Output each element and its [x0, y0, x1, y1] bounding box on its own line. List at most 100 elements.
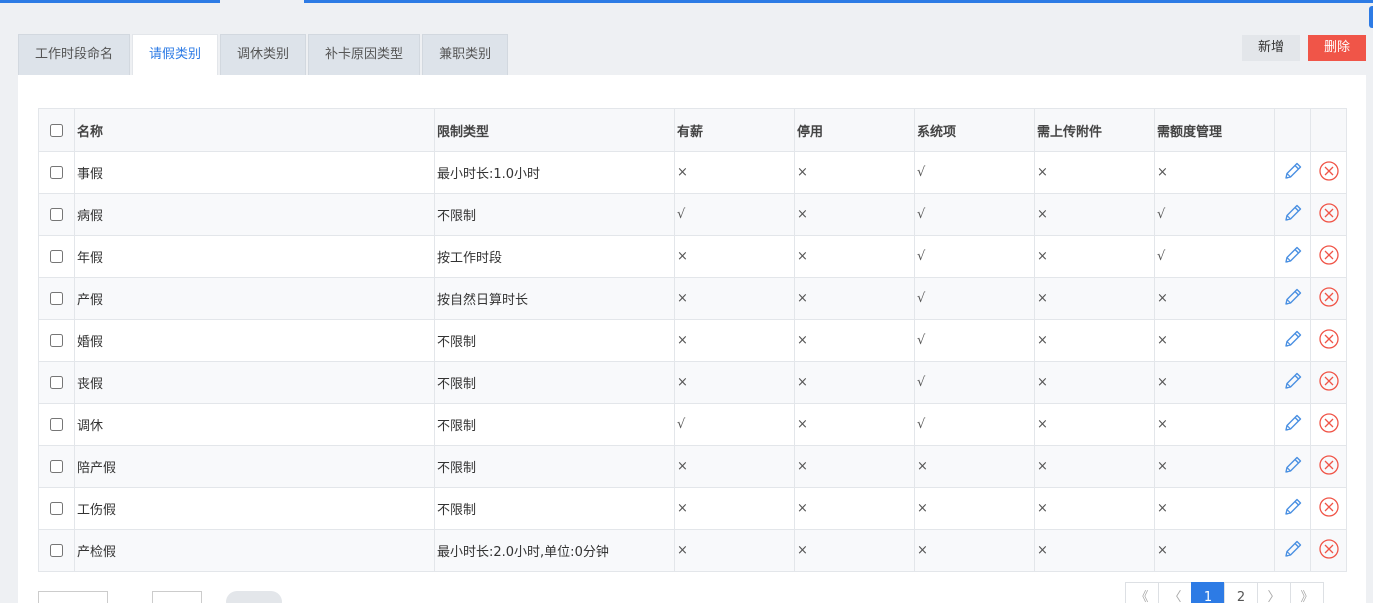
header-paid[interactable]: 有薪	[674, 108, 795, 152]
next-page-button[interactable]: 〉	[1257, 582, 1291, 603]
delete-button[interactable]: 删除	[1307, 35, 1366, 61]
pencil-icon[interactable]	[1282, 456, 1304, 480]
circle-x-icon[interactable]	[1318, 496, 1340, 522]
table-row[interactable]: 产检假 最小时长:2.0小时,单位:0分钟 × × × × ×	[38, 529, 1347, 572]
circle-x-icon[interactable]	[1318, 160, 1340, 186]
row-checkbox[interactable]	[50, 334, 63, 347]
table-row[interactable]: 产假 按自然日算时长 × × √ × ×	[38, 277, 1347, 320]
tab-compensatory-type[interactable]: 调休类别	[220, 34, 307, 75]
table-row[interactable]: 工伤假 不限制 × × × × ×	[38, 487, 1347, 530]
cell-name: 病假	[74, 193, 435, 236]
header-name[interactable]: 名称	[74, 108, 435, 152]
cell-quota: ×	[1154, 403, 1275, 446]
cell-attachment: ×	[1034, 445, 1155, 488]
delete-cell	[1310, 235, 1347, 278]
table-row[interactable]: 病假 不限制 √ × √ × √	[38, 193, 1347, 236]
pencil-icon[interactable]	[1282, 204, 1304, 228]
page-button-1[interactable]: 1	[1191, 582, 1225, 603]
cell-disabled: ×	[794, 235, 915, 278]
cell-attachment: ×	[1034, 277, 1155, 320]
table-row[interactable]: 婚假 不限制 × × √ × ×	[38, 319, 1347, 362]
pencil-icon[interactable]	[1282, 246, 1304, 270]
header-delete-col	[1310, 108, 1347, 152]
tab-punch-reason-type[interactable]: 补卡原因类型	[308, 34, 421, 75]
header-system[interactable]: 系统项	[914, 108, 1035, 152]
cell-system: √	[914, 235, 1035, 278]
circle-x-icon[interactable]	[1318, 412, 1340, 438]
first-page-button[interactable]: 《	[1125, 582, 1159, 603]
table-row[interactable]: 丧假 不限制 × × √ × ×	[38, 361, 1347, 404]
circle-x-icon[interactable]	[1318, 202, 1340, 228]
cell-paid: ×	[674, 235, 795, 278]
pencil-icon[interactable]	[1282, 414, 1304, 438]
row-select-cell	[38, 235, 75, 278]
last-page-button[interactable]: 》	[1290, 582, 1324, 603]
cell-limit-type: 不限制	[434, 361, 675, 404]
circle-x-icon[interactable]	[1318, 244, 1340, 270]
cell-system: √	[914, 361, 1035, 404]
add-button[interactable]: 新增	[1241, 35, 1300, 61]
cell-limit-type: 最小时长:1.0小时	[434, 151, 675, 194]
row-checkbox[interactable]	[50, 544, 63, 557]
circle-x-icon[interactable]	[1318, 454, 1340, 480]
cell-name: 产假	[74, 277, 435, 320]
row-checkbox[interactable]	[50, 292, 63, 305]
row-checkbox[interactable]	[50, 376, 63, 389]
row-select-cell	[38, 361, 75, 404]
cell-system: √	[914, 403, 1035, 446]
page-button-2[interactable]: 2	[1224, 582, 1258, 603]
row-select-cell	[38, 529, 75, 572]
select-all-checkbox[interactable]	[50, 123, 63, 137]
delete-cell	[1310, 529, 1347, 572]
header-disabled[interactable]: 停用	[794, 108, 915, 152]
row-checkbox[interactable]	[50, 502, 63, 515]
header-attachment[interactable]: 需上传附件	[1034, 108, 1155, 152]
edge-handle[interactable]	[1369, 6, 1373, 28]
tab-part-time-type[interactable]: 兼职类别	[422, 34, 509, 75]
select-all-cell	[38, 108, 75, 152]
cell-disabled: ×	[794, 445, 915, 488]
jump-go-button[interactable]	[226, 591, 283, 603]
table-row[interactable]: 年假 按工作时段 × × √ × √	[38, 235, 1347, 278]
cell-paid: ×	[674, 445, 795, 488]
circle-x-icon[interactable]	[1318, 370, 1340, 396]
cell-limit-type: 不限制	[434, 193, 675, 236]
page-size-select[interactable]	[38, 591, 108, 603]
tab-leave-type[interactable]: 请假类别	[132, 34, 219, 75]
pencil-icon[interactable]	[1282, 288, 1304, 312]
row-checkbox[interactable]	[50, 208, 63, 221]
jump-page-input[interactable]	[152, 591, 203, 603]
row-select-cell	[38, 445, 75, 488]
cell-paid: ×	[674, 319, 795, 362]
table-row[interactable]: 调休 不限制 √ × √ × ×	[38, 403, 1347, 446]
row-checkbox[interactable]	[50, 250, 63, 263]
row-checkbox[interactable]	[50, 460, 63, 473]
pencil-icon[interactable]	[1282, 162, 1304, 186]
header-quota[interactable]: 需额度管理	[1154, 108, 1275, 152]
content-panel: 名称 限制类型 有薪 停用 系统项 需上传附件 需额度管理 事假 最小时长:1.…	[18, 75, 1366, 603]
header-limit-type[interactable]: 限制类型	[434, 108, 675, 152]
circle-x-icon[interactable]	[1318, 328, 1340, 354]
pencil-icon[interactable]	[1282, 330, 1304, 354]
edit-cell	[1274, 235, 1311, 278]
cell-disabled: ×	[794, 487, 915, 530]
row-checkbox[interactable]	[50, 166, 63, 179]
circle-x-icon[interactable]	[1318, 538, 1340, 564]
row-checkbox[interactable]	[50, 418, 63, 431]
tab-work-period-naming[interactable]: 工作时段命名	[18, 34, 131, 75]
circle-x-icon[interactable]	[1318, 286, 1340, 312]
delete-cell	[1310, 403, 1347, 446]
edit-cell	[1274, 361, 1311, 404]
pencil-icon[interactable]	[1282, 372, 1304, 396]
pencil-icon[interactable]	[1282, 498, 1304, 522]
row-select-cell	[38, 487, 75, 530]
cell-paid: ×	[674, 361, 795, 404]
cell-quota: ×	[1154, 277, 1275, 320]
cell-name: 陪产假	[74, 445, 435, 488]
cell-quota: √	[1154, 235, 1275, 278]
table-row[interactable]: 陪产假 不限制 × × × × ×	[38, 445, 1347, 488]
edit-cell	[1274, 277, 1311, 320]
table-row[interactable]: 事假 最小时长:1.0小时 × × √ × ×	[38, 151, 1347, 194]
pencil-icon[interactable]	[1282, 540, 1304, 564]
prev-page-button[interactable]: 〈	[1158, 582, 1192, 603]
